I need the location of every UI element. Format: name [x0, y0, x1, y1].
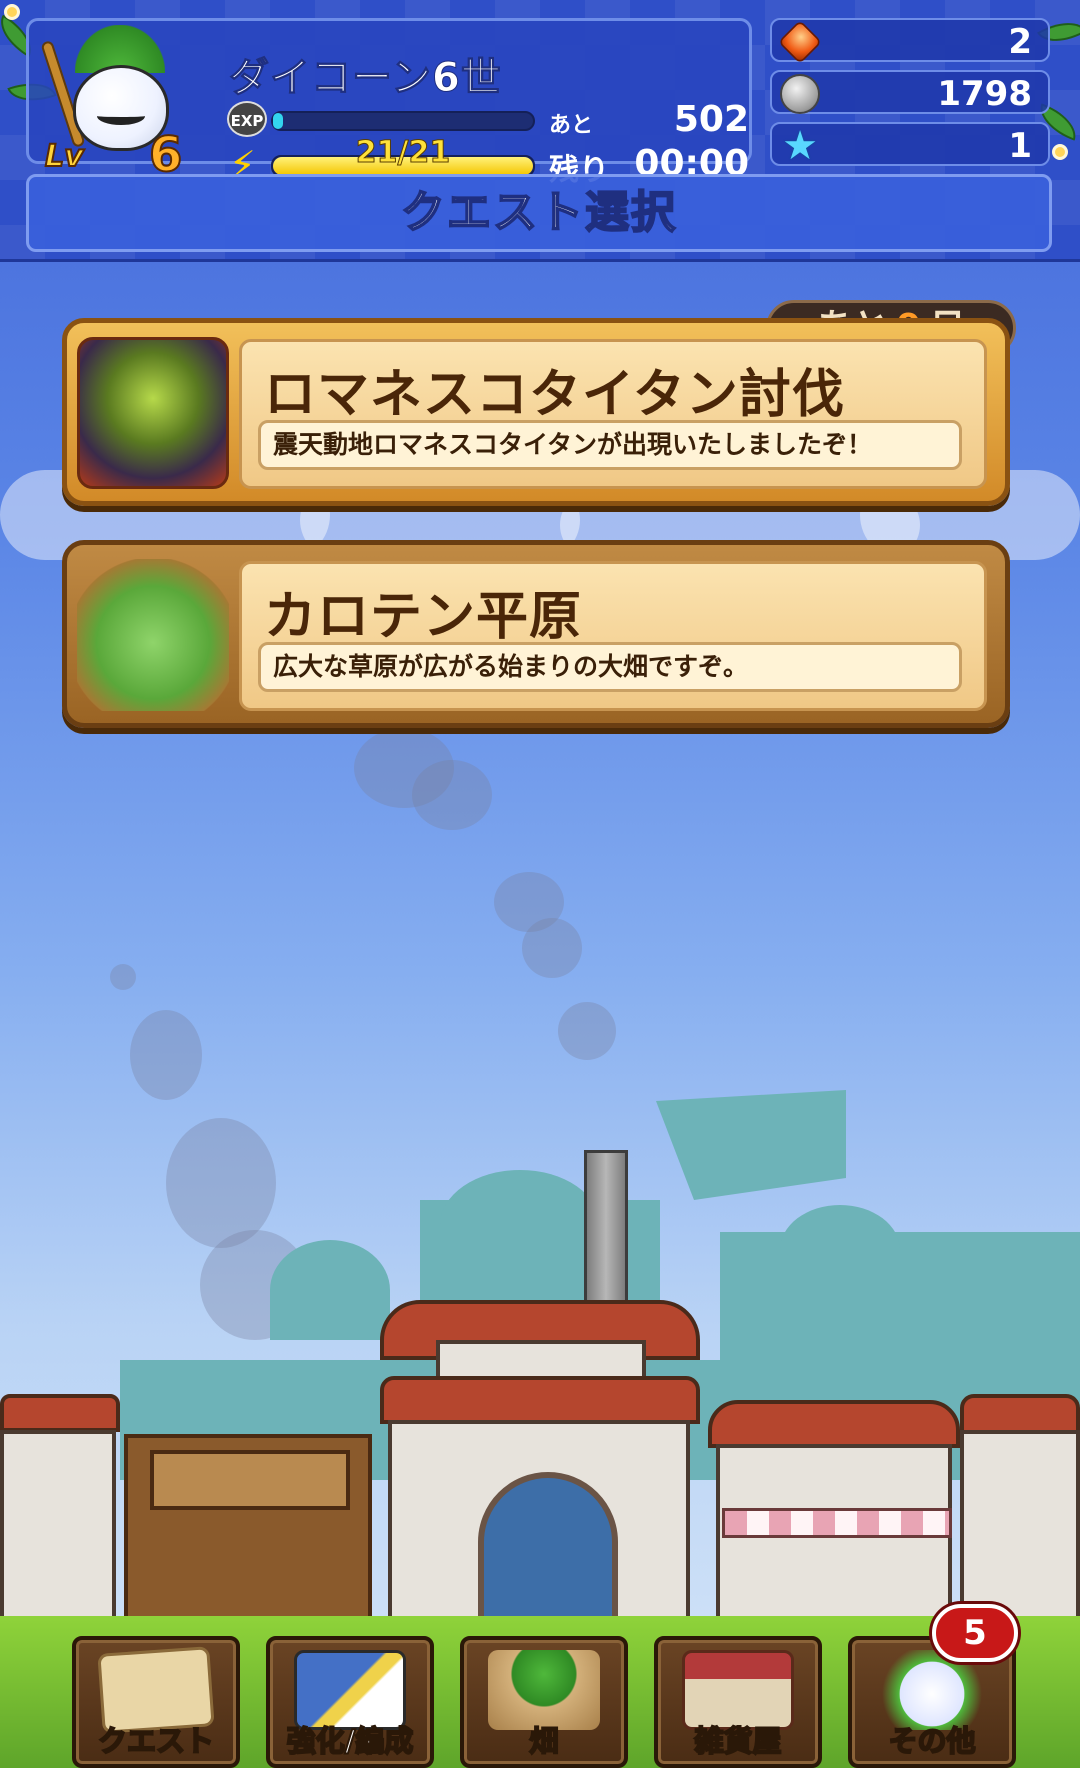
roof — [0, 1394, 120, 1432]
smoke-puff — [558, 1002, 616, 1060]
nav-quest-button[interactable]: クエスト — [72, 1636, 240, 1768]
coin-count: 1798 — [937, 74, 1032, 114]
exp-remain-value: 502 — [673, 99, 749, 140]
exp-bar-fill — [273, 113, 284, 129]
romanesco-titan-icon — [77, 337, 229, 489]
shop-awning — [722, 1508, 952, 1538]
dome-silhouette — [440, 1170, 600, 1280]
quest-plank: カロテン平原 広大な草原が広がる始まりの大畑ですぞ。 — [239, 561, 987, 711]
player-name: ダイコーン6世 — [229, 55, 502, 102]
weapon-shop-sign — [150, 1450, 350, 1510]
roof — [960, 1394, 1080, 1434]
smoke-puff — [110, 964, 136, 990]
house-right — [960, 1430, 1080, 1630]
currency-gem[interactable]: 2 — [770, 18, 1050, 65]
nav-label: 畑 — [528, 1723, 559, 1759]
tower-upper — [436, 1340, 646, 1380]
smoke-puff — [166, 1118, 276, 1248]
player-status-panel[interactable]: Lv 6 ダイコーン6世 EXP あと 502 ⚡ 21/21 残り 00:00 — [26, 18, 752, 188]
quest-card-carotene-field[interactable]: カロテン平原 広大な草原が広がる始まりの大畑ですぞ。 — [62, 540, 1010, 728]
nav-label: クエスト — [97, 1723, 215, 1759]
gem-count: 2 — [1008, 22, 1032, 62]
nav-label: 雑貨屋 — [693, 1723, 782, 1759]
currency-coin[interactable]: 1798 — [770, 70, 1050, 114]
smoke-puff — [522, 918, 582, 978]
quest-description: 広大な草原が広がる始まりの大畑ですぞ。 — [258, 642, 962, 692]
roof — [380, 1376, 700, 1424]
house-left — [0, 1430, 116, 1630]
gem-icon — [777, 19, 823, 65]
page-title-bar: クエスト選択 — [26, 174, 1052, 252]
nav-label: 強化/編成 — [286, 1723, 415, 1759]
exp-bar — [271, 111, 535, 131]
smoke-puff — [412, 760, 492, 830]
quest-card-romanesco-titan[interactable]: ロマネスコタイタン討伐 震天動地ロマネスコタイタンが出現いたしましたぞ！ — [62, 318, 1010, 506]
quest-title: ロマネスコタイタン討伐 — [264, 365, 845, 425]
nav-label: その他 — [887, 1723, 976, 1759]
nav-enhance-button[interactable]: 強化/編成 — [266, 1636, 434, 1768]
dome-silhouette — [270, 1240, 390, 1340]
smoke-puff — [130, 1010, 202, 1100]
nav-shop-button[interactable]: 雑貨屋 — [654, 1636, 822, 1768]
dome-silhouette — [780, 1205, 900, 1295]
page-title: クエスト選択 — [400, 186, 677, 239]
flag-decoration — [656, 1090, 846, 1200]
currency-star[interactable]: ★ 1 — [770, 122, 1050, 166]
flower-decoration — [1052, 144, 1068, 160]
notification-badge[interactable]: 5 — [932, 1604, 1018, 1662]
level-label: Lv — [44, 138, 85, 175]
roof — [708, 1400, 960, 1448]
town-gate[interactable] — [478, 1472, 618, 1622]
quest-title: カロテン平原 — [264, 587, 583, 647]
coin-icon — [780, 74, 820, 114]
star-count: 1 — [1008, 126, 1032, 166]
exp-icon: EXP — [227, 101, 267, 137]
exp-remain-label: あと — [549, 113, 594, 138]
quest-plank: ロマネスコタイタン討伐 震天動地ロマネスコタイタンが出現いたしましたぞ！ — [239, 339, 987, 489]
stamina-value: 21/21 — [355, 135, 451, 171]
quest-description: 震天動地ロマネスコタイタンが出現いたしましたぞ！ — [258, 420, 962, 470]
nav-field-button[interactable]: 畑 — [460, 1636, 628, 1768]
mustache-icon — [97, 107, 145, 125]
status-header: Lv 6 ダイコーン6世 EXP あと 502 ⚡ 21/21 残り 00:00… — [0, 0, 1080, 262]
star-icon: ★ — [782, 123, 818, 169]
flower-decoration — [4, 4, 20, 20]
carotene-field-icon — [77, 559, 229, 711]
